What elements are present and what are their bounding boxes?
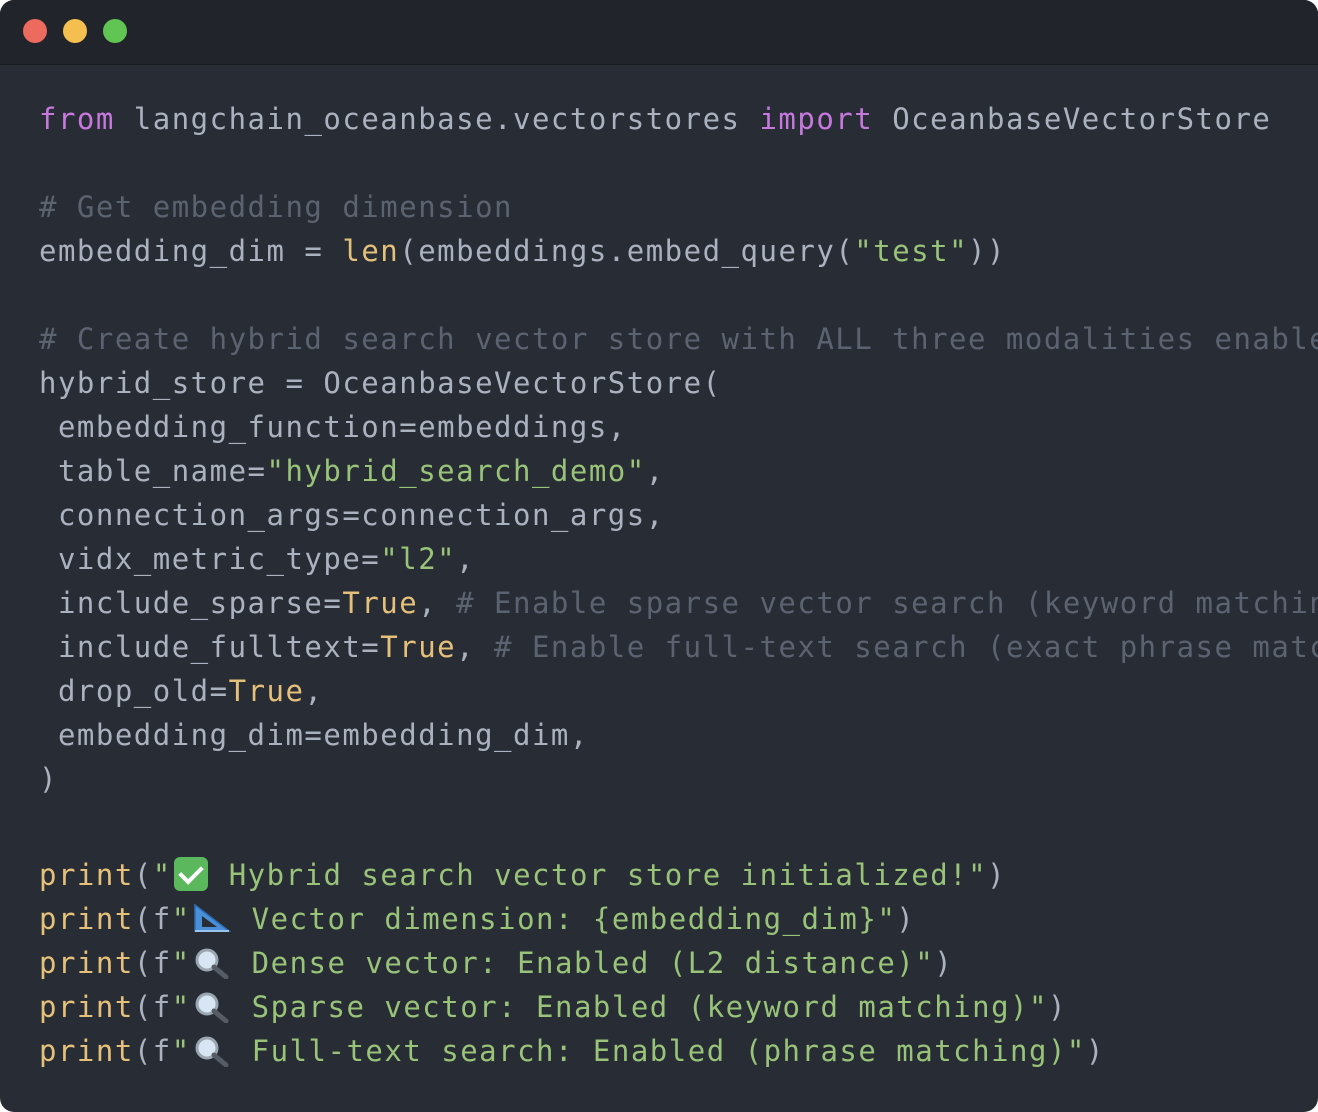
keyword-from: from [39,102,115,136]
code-block[interactable]: from langchain_oceanbase.vectorstores im… [39,97,1318,1073]
string-literal: "hybrid_search_demo" [266,454,646,488]
param-name: drop_old= [39,674,229,708]
code-line-1: from langchain_oceanbase.vectorstores im… [39,97,1318,141]
closing-paren: ) [1085,1034,1105,1068]
code-line-22: print(f" Full-text search: Enabled (phra… [39,1029,1318,1073]
quote: " [171,946,191,980]
code-text: embedding_function=embeddings, [39,410,627,444]
code-text: hybrid_store = OceanbaseVectorStore( [39,366,722,400]
open-paren: (f [133,1034,172,1068]
open-paren: ( [133,858,153,892]
param-name: table_name= [39,454,267,488]
comma: , [456,542,476,576]
code-line-6: # Create hybrid search vector store with… [39,317,1318,361]
string-literal: Sparse vector: Enabled (keyword matching… [232,990,1048,1024]
function-name: print [39,858,134,892]
open-paren: (f [133,990,172,1024]
closing-paren: ) [1047,990,1067,1024]
code-line-14: drop_old=True, [39,669,1318,713]
comma: , [645,454,665,488]
closing-paren: ) [987,858,1007,892]
boolean-literal: True [228,674,305,708]
imported-class: OceanbaseVectorStore [873,102,1272,136]
module-name: langchain_oceanbase.vectorstores [114,102,760,136]
code-comment: # Create hybrid search vector store with… [39,322,1318,356]
code-line-3: # Get embedding dimension [39,185,1318,229]
quote: " [171,902,191,936]
code-comment: # Enable sparse vector search (keyword m… [456,586,1318,620]
string-literal: "test" [854,234,969,268]
boolean-literal: True [342,586,419,620]
code-line-4: embedding_dim = len(embeddings.embed_que… [39,229,1318,273]
function-name: print [39,1034,134,1068]
code-text: embedding_dim=embedding_dim, [39,718,589,752]
closing-paren: ) [896,902,916,936]
code-line-19: print(f" Vector dimension: {embedding_di… [39,897,1318,941]
close-window-button[interactable] [23,19,47,43]
code-line-7: hybrid_store = OceanbaseVectorStore( [39,361,1318,405]
code-line-20: print(f" Dense vector: Enabled (L2 dista… [39,941,1318,985]
code-line-10: connection_args=connection_args, [39,493,1318,537]
open-paren: (f [133,902,172,936]
keyword-import: import [759,102,874,136]
param-name: include_sparse= [39,586,343,620]
quote: " [152,858,172,892]
comma: , [418,586,457,620]
comma: , [304,674,324,708]
magnifying-glass-icon [193,991,231,1023]
quote: " [171,990,191,1024]
comma: , [456,630,495,664]
quote: " [171,1034,191,1068]
minimize-window-button[interactable] [63,19,87,43]
code-line-8: embedding_function=embeddings, [39,405,1318,449]
code-text: ) [39,762,58,796]
param-name: include_fulltext= [39,630,381,664]
param-name: vidx_metric_type= [39,542,381,576]
boolean-literal: True [380,630,457,664]
code-text: connection_args=connection_args, [39,498,665,532]
open-paren: (f [133,946,172,980]
function-name: print [39,946,134,980]
string-literal: Full-text search: Enabled (phrase matchi… [232,1034,1086,1068]
string-literal: Dense vector: Enabled (L2 distance)" [232,946,935,980]
function-name: len [342,234,400,268]
triangular-ruler-icon [193,903,231,933]
code-comment: # Enable full-text search (exact phrase … [494,630,1318,664]
closing-parens: )) [968,234,1006,268]
code-line-13: include_fulltext=True, # Enable full-tex… [39,625,1318,669]
call-text: (embeddings.embed_query( [399,234,855,268]
magnifying-glass-icon [193,1035,231,1067]
magnifying-glass-icon [193,947,231,979]
closing-paren: ) [934,946,954,980]
title-bar [0,0,1318,65]
zoom-window-button[interactable] [103,19,127,43]
code-line-18: print(" Hybrid search vector store initi… [39,853,1318,897]
code-comment: # Get embedding dimension [39,190,513,224]
code-line-9: table_name="hybrid_search_demo", [39,449,1318,493]
code-window: from langchain_oceanbase.vectorstores im… [0,0,1318,1112]
string-literal: "l2" [380,542,457,576]
string-literal: Vector dimension: {embedding_dim}" [232,902,897,936]
function-name: print [39,902,134,936]
code-line-21: print(f" Sparse vector: Enabled (keyword… [39,985,1318,1029]
code-line-12: include_sparse=True, # Enable sparse vec… [39,581,1318,625]
assignment-text: embedding_dim = [39,234,343,268]
code-line-16: ) [39,757,1318,801]
function-name: print [39,990,134,1024]
code-line-11: vidx_metric_type="l2", [39,537,1318,581]
check-mark-icon [173,857,208,891]
string-literal: Hybrid search vector store initialized!" [209,858,988,892]
code-line-15: embedding_dim=embedding_dim, [39,713,1318,757]
